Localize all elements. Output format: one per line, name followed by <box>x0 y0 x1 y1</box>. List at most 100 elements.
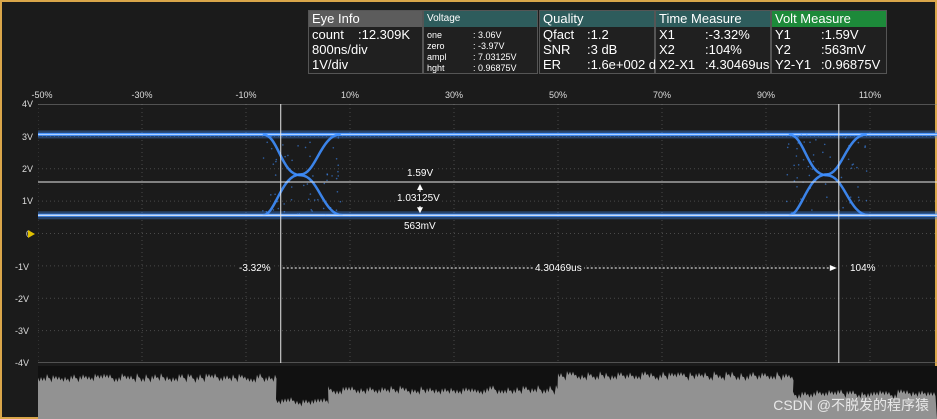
noise-dot <box>848 145 850 147</box>
noise-dot <box>311 210 313 212</box>
measure-label: SNR <box>543 42 570 57</box>
noise-dot <box>297 145 299 147</box>
measure-row: one: 3.06V <box>427 30 537 41</box>
noise-dot <box>842 207 844 209</box>
noise-dot <box>283 203 285 205</box>
noise-dot <box>858 199 860 201</box>
noise-dot <box>331 175 333 177</box>
noise-dot <box>327 174 329 176</box>
noise-dot <box>845 137 847 139</box>
noise-dot <box>339 134 341 136</box>
measure-row: X2 :104% <box>659 42 770 57</box>
measure-value: :-3.32% <box>705 27 750 42</box>
noise-dot <box>303 185 305 187</box>
noise-dot <box>337 175 339 177</box>
count-label: count <box>312 27 344 42</box>
measure-label: Y1 <box>775 27 791 42</box>
noise-dot <box>797 142 799 144</box>
noise-dot <box>858 197 860 199</box>
noise-dot <box>297 213 299 215</box>
x-tick-label: 50% <box>549 90 567 100</box>
y2-cursor-label: 563mV <box>402 221 438 232</box>
noise-dot <box>312 175 314 177</box>
noise-dot <box>338 137 340 139</box>
noise-dot <box>866 200 868 202</box>
noise-dot <box>849 202 851 204</box>
noise-dot <box>864 145 866 147</box>
noise-dot <box>337 164 339 166</box>
volt-div: 1V/div <box>312 57 348 72</box>
noise-dot <box>826 196 828 198</box>
x-tick-label: 110% <box>859 90 881 100</box>
noise-dot <box>282 144 284 146</box>
x-tick-label: 90% <box>757 90 775 100</box>
x-axis-labels: -50% -30% -10% 10% 30% 50% 70% 90% 110% <box>0 90 937 104</box>
measure-value: : 3.06V <box>473 30 502 41</box>
noise-dot <box>811 209 813 211</box>
noise-dot <box>829 156 831 158</box>
noise-dot <box>273 163 275 165</box>
voltage-title: Voltage <box>424 11 537 27</box>
noise-dot <box>336 178 338 180</box>
noise-dot <box>317 199 319 201</box>
noise-dot <box>336 158 338 160</box>
y-tick-label: 1V <box>22 196 33 206</box>
noise-dot <box>801 134 803 136</box>
noise-dot <box>275 174 277 176</box>
measure-value: :1.2 <box>587 27 609 42</box>
noise-dot <box>271 148 273 150</box>
noise-dot <box>307 183 309 185</box>
measure-value: : 7.03125V <box>473 52 517 63</box>
noise-dot <box>803 159 805 161</box>
measure-label: ampl <box>427 52 447 63</box>
noise-dot <box>333 147 335 149</box>
noise-dot <box>330 207 332 209</box>
noise-dot <box>797 136 799 138</box>
noise-dot <box>309 142 311 144</box>
noise-dot <box>796 186 798 188</box>
measure-value: : -3.97V <box>473 41 505 52</box>
noise-dot <box>798 164 800 166</box>
eye-diagram-plot[interactable] <box>38 104 937 363</box>
voltage-panel: Voltage one: 3.06V zero: -3.97V ampl: 7.03… <box>423 10 538 74</box>
noise-dot <box>291 199 293 201</box>
ground-marker-icon[interactable] <box>28 230 35 238</box>
noise-dot <box>276 201 278 203</box>
noise-dot <box>287 155 289 157</box>
noise-dot <box>803 141 805 143</box>
noise-dot <box>815 139 817 141</box>
noise-dot <box>809 187 811 189</box>
noise-dot <box>277 208 279 210</box>
measure-value: : 0.96875V <box>473 63 517 74</box>
noise-dot <box>806 134 808 136</box>
measure-value: :4.30469us <box>705 57 769 72</box>
noise-dot <box>299 213 301 215</box>
measure-value: :104% <box>705 42 742 57</box>
noise-dot <box>323 208 325 210</box>
noise-dot <box>273 209 275 211</box>
y-tick-label: -2V <box>15 294 29 304</box>
noise-dot <box>866 170 868 172</box>
noise-dot <box>263 157 265 159</box>
delta-x-arrowhead <box>830 265 837 271</box>
time-measure-panel: Time Measure X1:-3.32% X2:104% X2-X1:4.304… <box>655 10 771 74</box>
delta-y-arrowhead-up <box>417 184 423 190</box>
noise-dot <box>824 144 826 146</box>
noise-dot <box>796 155 798 157</box>
noise-dot <box>808 166 810 168</box>
noise-dot <box>841 177 843 179</box>
y1-cursor-label: 1.59V <box>405 168 435 179</box>
measure-label: X1 <box>659 27 675 42</box>
measure-row: X2-X1:4.30469us <box>659 57 770 72</box>
x-tick-label: 10% <box>341 90 359 100</box>
delta-y-label: 1.03125V <box>395 193 442 204</box>
measure-row: ER:1.6e+002 dB <box>543 57 654 72</box>
volt-measure-panel: Volt Measure Y1:1.59V Y2:563mV Y2-Y1:0.968… <box>771 10 887 74</box>
eye-info-panel: Eye Info count:12.309K 800ns/div 1V/div <box>308 10 423 74</box>
measure-label: hght <box>427 63 445 74</box>
noise-dot <box>851 167 853 169</box>
measure-row: Y2-Y1:0.96875V <box>775 57 886 72</box>
y-tick-label: 3V <box>22 132 33 142</box>
measure-value: :1.6e+002 dB <box>587 57 665 72</box>
measure-label: X2 <box>659 42 675 57</box>
